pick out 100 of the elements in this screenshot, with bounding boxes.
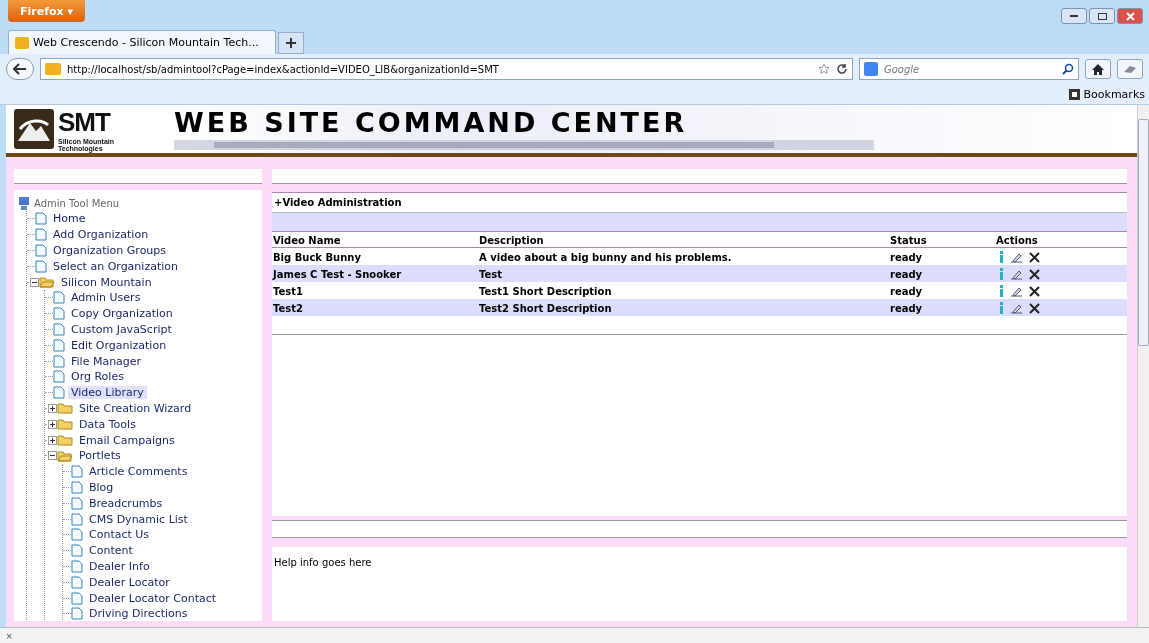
page-icon (53, 322, 65, 336)
maximize-button[interactable] (1089, 8, 1115, 24)
tree-item[interactable]: Organization Groups (50, 244, 170, 257)
close-addon-bar-button[interactable]: × (6, 629, 13, 642)
open-folder-icon (57, 449, 73, 462)
tree-item[interactable]: Email Campaigns (76, 433, 178, 447)
addon-button[interactable] (1117, 59, 1143, 79)
tree-item[interactable]: Site Creation Wizard (76, 401, 195, 415)
page-icon (53, 338, 65, 352)
tree-item[interactable]: Home (50, 212, 89, 226)
column-header: Video Name (272, 232, 478, 248)
open-folder-icon (39, 276, 55, 289)
tree-item[interactable]: Silicon Mountain (58, 275, 155, 289)
tree-item[interactable]: Article Comments (86, 465, 191, 479)
page-icon (53, 354, 65, 368)
page-icon (35, 244, 47, 257)
folder-icon (57, 434, 73, 447)
delete-icon[interactable] (1029, 285, 1040, 297)
tree-item[interactable]: Admin Users (68, 291, 144, 305)
tree-item[interactable]: Copy Organization (68, 307, 176, 321)
collapse-button[interactable] (30, 277, 39, 287)
close-icon (1125, 11, 1135, 21)
tree-item[interactable]: Content (86, 544, 136, 558)
column-header: Actions (995, 232, 1127, 248)
scrollbar-thumb[interactable] (1138, 119, 1149, 346)
tree-item[interactable]: Dealer Locator Contact (86, 591, 220, 605)
page-icon (71, 496, 83, 510)
edit-icon[interactable] (1010, 302, 1023, 314)
page-icon (71, 559, 83, 573)
site-favicon-icon (15, 36, 29, 49)
reload-icon[interactable] (836, 63, 848, 75)
plus-icon (49, 436, 56, 444)
computer-icon (18, 196, 30, 210)
delete-icon[interactable] (1029, 268, 1040, 280)
tree-item[interactable]: CMS Dynamic List (86, 512, 191, 526)
table-cell: Test2 (272, 299, 478, 316)
tree-item[interactable]: Blog (86, 480, 117, 494)
wing-icon (1123, 64, 1137, 74)
back-button[interactable] (6, 58, 34, 80)
bookmarks-button[interactable]: Bookmarks (1068, 87, 1145, 101)
tree-item[interactable]: Contact Us (86, 528, 153, 542)
collapse-button[interactable] (48, 451, 57, 461)
plus-icon (49, 420, 56, 428)
page-icon (53, 307, 65, 321)
tree-item[interactable]: Portlets (76, 449, 124, 463)
site-title: WEB SITE COMMAND CENTER (174, 106, 689, 138)
edit-icon[interactable] (1010, 251, 1023, 263)
tree-item[interactable]: File Manager (68, 354, 145, 368)
page-icon (53, 386, 65, 400)
table-cell: Test1 (272, 282, 478, 299)
page-icon (53, 370, 65, 384)
tree-item[interactable]: Breadcrumbs (86, 496, 166, 510)
folder-icon (57, 418, 73, 431)
page-icon (35, 228, 47, 242)
plus-icon (49, 404, 56, 412)
page-icon (71, 480, 83, 494)
page-icon (71, 591, 83, 605)
logo-text: SMT (58, 106, 112, 138)
new-tab-button[interactable] (278, 32, 304, 54)
page-icon (35, 212, 47, 226)
site-favicon-icon (45, 63, 61, 75)
section-title[interactable]: +Video Administration (272, 192, 1127, 213)
edit-icon[interactable] (1010, 268, 1023, 280)
page-icon (53, 291, 65, 305)
home-icon (1092, 63, 1104, 75)
tree-item[interactable]: Custom JavaScript (68, 322, 175, 336)
delete-icon[interactable] (1029, 251, 1040, 263)
bookmarks-icon (1068, 88, 1080, 100)
table-cell: ready (889, 265, 995, 282)
address-bar[interactable]: http://localhost/sb/admintool?cPage=index&actionId=VIDEO_LIB&organizationId=SMT (40, 58, 853, 80)
mountain-logo-icon (14, 109, 54, 149)
search-icon[interactable] (1062, 63, 1074, 75)
page-icon (71, 544, 83, 558)
column-header: Description (478, 232, 889, 248)
maximize-icon (1097, 12, 1107, 20)
search-bar[interactable]: Google (859, 58, 1079, 80)
page-icon (71, 575, 83, 589)
page-icon (71, 528, 83, 542)
browser-tab[interactable]: Web Crescendo - Silicon Mountain Tech... (8, 30, 276, 54)
table-cell: ready (889, 282, 995, 299)
close-button[interactable] (1117, 8, 1143, 24)
star-icon[interactable] (818, 63, 830, 75)
delete-icon[interactable] (1029, 302, 1040, 314)
edit-icon[interactable] (1010, 285, 1023, 297)
tree-item[interactable]: Add Organization (50, 228, 152, 242)
tree-item[interactable]: Edit Organization (68, 338, 170, 352)
home-button[interactable] (1085, 59, 1111, 79)
column-header: Status (889, 232, 995, 248)
table-cell: Test1 Short Description (478, 282, 889, 299)
folder-icon (57, 402, 73, 415)
tree-item[interactable]: Video Library (68, 386, 147, 400)
table-cell: Test2 Short Description (478, 299, 889, 316)
plus-icon (286, 38, 296, 48)
tree-item[interactable]: Select an Organization (50, 259, 181, 273)
tree-item[interactable]: Org Roles (68, 370, 127, 384)
tree-item[interactable]: Data Tools (76, 417, 139, 431)
tree-item[interactable]: Driving Directions (86, 607, 191, 621)
tree-item[interactable]: Dealer Locator (86, 575, 173, 589)
tree-item[interactable]: Dealer Info (86, 559, 153, 573)
minimize-button[interactable] (1061, 8, 1087, 24)
